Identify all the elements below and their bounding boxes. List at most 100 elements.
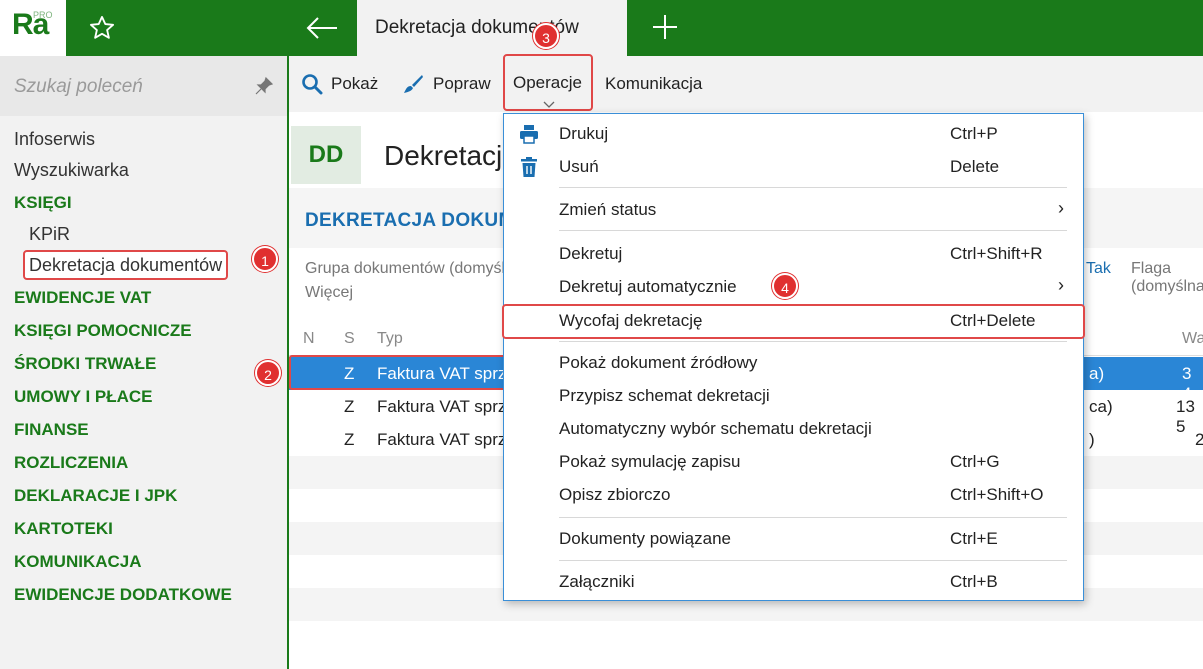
sidebar-item-label: EWIDENCJE VAT (14, 288, 152, 307)
app-logo[interactable]: Ra PRO (0, 0, 66, 56)
menu-item-shortcut: Ctrl+Shift+R (950, 244, 1043, 263)
menu-separator (559, 517, 1067, 518)
module-badge: DD (291, 126, 361, 184)
show-button[interactable]: Pokaż (301, 56, 378, 112)
col-header-typ[interactable]: Typ (377, 330, 403, 348)
sidebar-section-srodki-trwale[interactable]: ŚRODKI TRWAŁE (0, 347, 287, 380)
sidebar-section-finanse[interactable]: FINANSE (0, 413, 287, 446)
more-filters-link[interactable]: Więcej (305, 284, 353, 302)
menu-separator (559, 341, 1067, 342)
col-header-s[interactable]: S (344, 330, 355, 348)
plus-icon[interactable] (650, 12, 680, 42)
printer-icon (520, 125, 538, 144)
sidebar-item-label: KSIĘGI (14, 193, 72, 212)
filter-tak-link[interactable]: Tak (1086, 260, 1111, 278)
chevron-down-icon (543, 101, 555, 108)
cell-status: Z (344, 430, 355, 449)
sidebar-item-label: DEKLARACJE I JPK (14, 486, 178, 505)
menu-item-dokumenty-powiazane[interactable]: Dokumenty powiązane Ctrl+E (504, 523, 1083, 556)
menu-item-drukuj[interactable]: Drukuj Ctrl+P (504, 118, 1083, 151)
menu-item-label: Przypisz schemat dekretacji (559, 386, 770, 405)
menu-item-shortcut: Ctrl+E (950, 529, 998, 548)
pin-icon[interactable] (254, 76, 274, 96)
top-bar: Ra PRO Dekretacja dokumentów (0, 0, 1203, 56)
step-badge-3: 3 (533, 23, 559, 49)
menu-item-usun[interactable]: Usuń Delete (504, 151, 1083, 184)
row-highlight-annotation (289, 355, 519, 390)
sidebar-item-label: KOMUNIKACJA (14, 552, 142, 571)
filter-flag-label[interactable]: Flaga (domyślna) (1131, 260, 1203, 296)
sidebar-section-ewidencje-dodatkowe[interactable]: EWIDENCJE DODATKOWE (0, 578, 287, 611)
menu-item-symulacja[interactable]: Pokaż symulację zapisu Ctrl+G (504, 446, 1083, 479)
chevron-right-icon: › (1058, 198, 1064, 218)
menu-item-label: Dekretuj (559, 244, 623, 263)
menu-item-label: Opisz zbiorczo (559, 485, 671, 504)
toolbar: Pokaż Popraw Operacje Komunikacja (289, 54, 1203, 112)
tab-dekretacja[interactable]: Dekretacja dokumentów (357, 0, 627, 56)
sidebar-section-ksiegi-pomocnicze[interactable]: KSIĘGI POMOCNICZE (0, 314, 287, 347)
cell-partial: a) (1089, 364, 1105, 383)
table-row-empty (289, 621, 1203, 654)
sidebar-item-label: KPiR (29, 224, 71, 244)
communication-button[interactable]: Komunikacja (605, 56, 702, 112)
menu-item-shortcut: Delete (950, 157, 1000, 176)
menu-item-label: Dekretuj automatycznie (559, 277, 737, 296)
menu-separator (559, 560, 1067, 561)
sidebar-section-kartoteki[interactable]: KARTOTEKI (0, 512, 287, 545)
menu-item-opisz-zbiorczo[interactable]: Opisz zbiorczo Ctrl+Shift+O (504, 479, 1083, 512)
menu-item-shortcut: Ctrl+Shift+O (950, 485, 1044, 504)
filter-group-label[interactable]: Grupa dokumentów (domyślna) (305, 260, 528, 278)
menu-item-pokaz-zrodlowy[interactable]: Pokaż dokument źródłowy (504, 347, 1083, 380)
sidebar-item-infoserwis[interactable]: Infoserwis (0, 124, 287, 155)
menu-item-auto-schemat[interactable]: Automatyczny wybór schematu dekretacji (504, 413, 1083, 446)
chevron-right-icon: › (1058, 275, 1064, 295)
menu-item-zalaczniki[interactable]: Załączniki Ctrl+B (504, 566, 1083, 599)
back-arrow-icon[interactable] (304, 14, 340, 42)
operations-menu: Drukuj Ctrl+P Usuń Delete Zmień status ›… (502, 113, 1085, 601)
cell-partial: ca) (1089, 397, 1113, 416)
sidebar-section-deklaracje[interactable]: DEKLARACJE I JPK (0, 479, 287, 512)
operations-label: Operacje (513, 73, 582, 92)
menu-item-shortcut: Ctrl+P (950, 124, 998, 143)
edit-label: Popraw (433, 74, 491, 93)
sidebar-item-kpir[interactable]: KPiR (0, 219, 287, 250)
sidebar-section-umowy-place[interactable]: UMOWY I PŁACE (0, 380, 287, 413)
brush-icon (404, 75, 423, 93)
step-badge-2: 2 (255, 360, 281, 386)
sidebar-nav: Infoserwis Wyszukiwarka KSIĘGI KPiR Dekr… (0, 124, 287, 611)
sidebar-section-rozliczenia[interactable]: ROZLICZENIA (0, 446, 287, 479)
sidebar-item-label: Dekretacja dokumentów (23, 250, 229, 280)
menu-item-label: Zmień status (559, 200, 657, 219)
col-header-wartosc[interactable]: Wartość (1182, 330, 1203, 348)
menu-item-label: Automatyczny wybór schematu dekretacji (559, 419, 872, 438)
sidebar-item-dekretacja[interactable]: Dekretacja dokumentów (0, 250, 287, 281)
operations-button[interactable]: Operacje (503, 54, 593, 111)
star-icon[interactable] (88, 14, 116, 42)
col-header-n[interactable]: N (303, 330, 315, 348)
cell-partial: ) (1089, 430, 1095, 449)
sidebar-item-label: EWIDENCJE DODATKOWE (14, 585, 232, 604)
sidebar-section-komunikacja[interactable]: KOMUNIKACJA (0, 545, 287, 578)
sidebar-item-label: ŚRODKI TRWAŁE (14, 354, 157, 373)
step-badge-1: 1 (252, 246, 278, 272)
cell-status: Z (344, 397, 355, 416)
sidebar-item-label: Infoserwis (14, 129, 96, 149)
logo-pro: PRO (33, 10, 53, 20)
menu-item-zmien-status[interactable]: Zmień status › (504, 194, 1083, 227)
menu-item-dekretuj[interactable]: Dekretuj Ctrl+Shift+R (504, 238, 1083, 271)
sidebar-section-ksiegi[interactable]: KSIĘGI (0, 186, 287, 219)
cell-value: 2 (1195, 430, 1203, 449)
menu-separator (559, 187, 1067, 188)
edit-button[interactable]: Popraw (401, 56, 491, 112)
sidebar-item-wyszukiwarka[interactable]: Wyszukiwarka (0, 155, 287, 186)
menu-item-label: Drukuj (559, 124, 609, 143)
sidebar-item-label: UMOWY I PŁACE (14, 387, 153, 406)
sidebar-section-ewidencje-vat[interactable]: EWIDENCJE VAT (0, 281, 287, 314)
search-input[interactable] (14, 74, 234, 100)
sidebar-item-label: Wyszukiwarka (14, 160, 129, 180)
menu-item-przypisz-schemat[interactable]: Przypisz schemat dekretacji (504, 380, 1083, 413)
menu-item-label: Załączniki (559, 572, 635, 591)
menu-item-label: Pokaż dokument źródłowy (559, 353, 758, 372)
menu-item-shortcut: Ctrl+B (950, 572, 998, 591)
sidebar-item-label: ROZLICZENIA (14, 453, 129, 472)
